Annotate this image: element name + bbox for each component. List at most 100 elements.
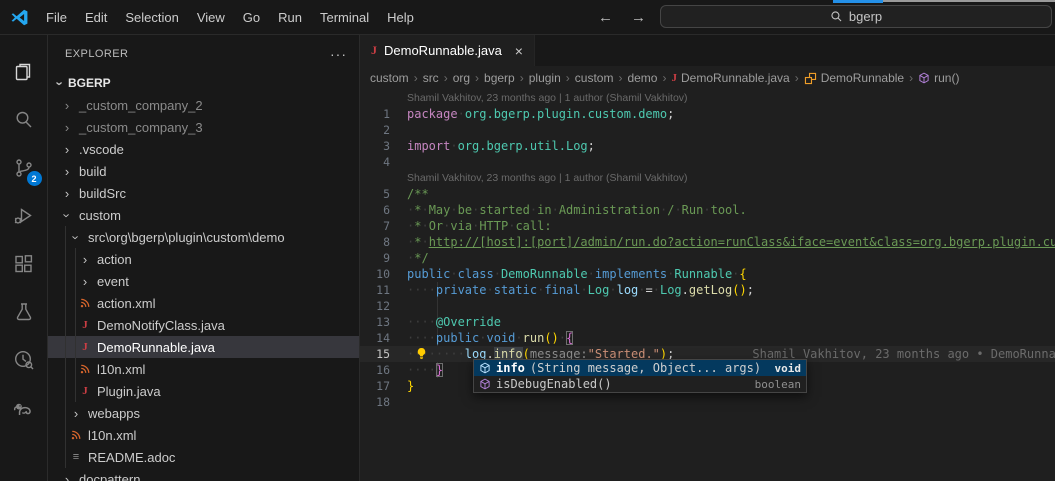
- breadcrumb-org[interactable]: org: [453, 71, 470, 85]
- code-line-13[interactable]: 13····@Override: [360, 314, 1055, 330]
- breadcrumb-run-[interactable]: run(): [918, 71, 959, 85]
- code-token: HTTP: [479, 219, 508, 233]
- menu-terminal[interactable]: Terminal: [311, 6, 378, 29]
- tree-item-action[interactable]: ›action: [48, 248, 359, 270]
- chevron-right-icon: ›: [59, 164, 75, 179]
- code-line-12[interactable]: 12: [360, 298, 1055, 314]
- method-symbol-icon: [479, 362, 491, 374]
- code-line-content: ·*·http://[host]:[port]/admin/run.do?act…: [407, 234, 1055, 250]
- sidebar-header: EXPLORER ···: [48, 35, 359, 72]
- line-number: [360, 170, 390, 186]
- tree-item-readme-adoc[interactable]: ≡README.adoc: [48, 446, 359, 468]
- code-line-3[interactable]: 3import·org.bgerp.util.Log;: [360, 138, 1055, 154]
- breadcrumb-demorunnable-java[interactable]: JDemoRunnable.java: [671, 71, 789, 85]
- breadcrumb-custom[interactable]: custom: [575, 71, 614, 85]
- tree-item-event[interactable]: ›event: [48, 270, 359, 292]
- vscode-window: FileEditSelectionViewGoRunTerminalHelp ←…: [0, 0, 1055, 481]
- menu-view[interactable]: View: [188, 6, 234, 29]
- breadcrumb-bgerp[interactable]: bgerp: [484, 71, 515, 85]
- breadcrumb-src[interactable]: src: [423, 71, 439, 85]
- code-line-7[interactable]: 7·*·Or·via·HTTP·call:: [360, 218, 1055, 234]
- tree-item-label: DemoNotifyClass.java: [97, 318, 225, 333]
- code-line-4[interactable]: 4: [360, 154, 1055, 170]
- tree-item--custom-company-2[interactable]: ›_custom_company_2: [48, 94, 359, 116]
- workspace-root-row[interactable]: › BGERP: [48, 72, 359, 94]
- files-icon: [12, 60, 36, 84]
- breadcrumb-custom[interactable]: custom: [370, 71, 409, 85]
- activity-extensions[interactable]: [0, 240, 48, 288]
- xml-file-icon: [77, 297, 93, 309]
- menu-help[interactable]: Help: [378, 6, 423, 29]
- tree-item-src-org-bgerp-plugin-custom-demo[interactable]: ›src\org\bgerp\plugin\custom\demo: [48, 226, 359, 248]
- chevron-right-icon: ›: [77, 252, 93, 267]
- forward-arrow-icon[interactable]: →: [631, 9, 646, 26]
- code-line-6[interactable]: 6·*·May·be·started·in·Administration·/·R…: [360, 202, 1055, 218]
- testing-beaker-icon: [12, 300, 36, 324]
- tree-item-webapps[interactable]: ›webapps: [48, 402, 359, 424]
- breadcrumb-demo[interactable]: demo: [627, 71, 657, 85]
- menu-bar: FileEditSelectionViewGoRunTerminalHelp: [37, 6, 423, 29]
- command-center-search[interactable]: bgerp: [660, 5, 1052, 28]
- tree-item-buildsrc[interactable]: ›buildSrc: [48, 182, 359, 204]
- tree-item-l10n-xml[interactable]: l10n.xml: [48, 358, 359, 380]
- activity-gradle[interactable]: [0, 384, 48, 432]
- code-line-1[interactable]: 1package·org.bgerp.plugin.custom.demo;: [360, 106, 1055, 122]
- menu-run[interactable]: Run: [269, 6, 311, 29]
- activity-testing[interactable]: [0, 288, 48, 336]
- tree-item-label: build: [79, 164, 106, 179]
- code-token: @Override: [436, 315, 501, 329]
- back-arrow-icon[interactable]: ←: [598, 9, 613, 26]
- tree-item-demorunnable-java[interactable]: JDemoRunnable.java: [48, 336, 359, 358]
- code-editor[interactable]: Shamil Vakhitov, 23 months ago | 1 autho…: [360, 90, 1055, 481]
- code-token: */: [414, 251, 428, 265]
- close-tab-icon[interactable]: ×: [515, 43, 523, 59]
- menu-selection[interactable]: Selection: [116, 6, 187, 29]
- code-token: ·: [479, 331, 486, 345]
- tree-item-demonotifyclass-java[interactable]: JDemoNotifyClass.java: [48, 314, 359, 336]
- breadcrumb-demorunnable[interactable]: DemoRunnable: [804, 71, 904, 85]
- code-token: org.bgerp.util.Log: [458, 139, 588, 153]
- title-bar: FileEditSelectionViewGoRunTerminalHelp ←…: [0, 0, 1055, 35]
- code-line-10[interactable]: 10public·class·DemoRunnable·implements·R…: [360, 266, 1055, 282]
- tab-demorunnable[interactable]: J DemoRunnable.java ×: [360, 35, 535, 66]
- code-line-11[interactable]: 11····private·static·final·Log·log·=·Log…: [360, 282, 1055, 298]
- code-line-18[interactable]: 18: [360, 394, 1055, 410]
- menu-edit[interactable]: Edit: [76, 6, 116, 29]
- code-token: ····: [407, 283, 436, 297]
- code-token: private: [436, 283, 487, 297]
- code-token: ;: [588, 139, 595, 153]
- tree-item--vscode[interactable]: ›.vscode: [48, 138, 359, 160]
- code-token: ·: [580, 283, 587, 297]
- tree-item-docpattern[interactable]: ›docpattern: [48, 468, 359, 481]
- code-line-8[interactable]: 8·*·http://[host]:[port]/admin/run.do?ac…: [360, 234, 1055, 250]
- breadcrumb-plugin[interactable]: plugin: [529, 71, 561, 85]
- code-token: ·: [609, 283, 616, 297]
- code-line-2[interactable]: 2: [360, 122, 1055, 138]
- menu-go[interactable]: Go: [234, 6, 269, 29]
- tree-item-build[interactable]: › build: [48, 160, 359, 182]
- more-actions-icon[interactable]: ···: [330, 46, 347, 62]
- suggestion-info[interactable]: info(String message, Object... args)void: [474, 360, 806, 376]
- code-line-5[interactable]: 5/**: [360, 186, 1055, 202]
- line-number: 1: [360, 106, 390, 122]
- tree-item-action-xml[interactable]: action.xml: [48, 292, 359, 314]
- code-token: (): [732, 283, 746, 297]
- activity-run-and-debug[interactable]: [0, 192, 48, 240]
- tree-item-custom[interactable]: ›custom: [48, 204, 359, 226]
- suggestion-isdebugenabled-[interactable]: isDebugEnabled()boolean: [474, 376, 806, 392]
- tree-item--custom-company-3[interactable]: ›_custom_company_3: [48, 116, 359, 138]
- code-line-content: ·*·May·be·started·in·Administration·/·Ru…: [407, 202, 747, 218]
- code-token: org.bgerp.plugin.custom.demo: [465, 107, 667, 121]
- tree-item-l10n-xml[interactable]: l10n.xml: [48, 424, 359, 446]
- code-line-14[interactable]: 14····public·void·run()·{: [360, 330, 1055, 346]
- menu-file[interactable]: File: [37, 6, 76, 29]
- activity-gitlens[interactable]: [0, 336, 48, 384]
- tree-item-plugin-java[interactable]: JPlugin.java: [48, 380, 359, 402]
- activity-search[interactable]: [0, 96, 48, 144]
- line-number: 5: [360, 186, 390, 202]
- activity-source-control[interactable]: 2: [0, 144, 48, 192]
- code-token: import: [407, 139, 450, 153]
- activity-explorer[interactable]: [0, 48, 48, 96]
- line-number: 13: [360, 314, 390, 330]
- code-line-9[interactable]: 9·*/: [360, 250, 1055, 266]
